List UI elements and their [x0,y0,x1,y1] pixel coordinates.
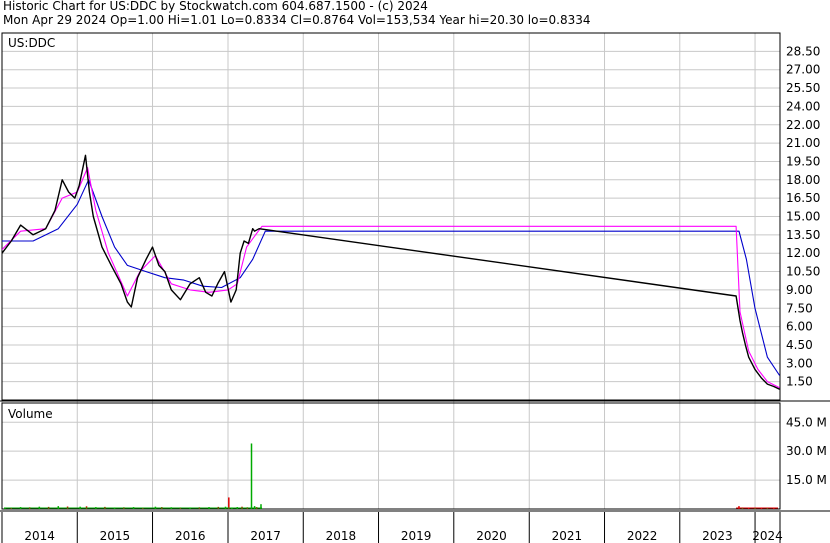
y-tick-label: 18.00 [786,173,820,187]
price-line [1,154,780,390]
volume-panel-label: Volume [8,407,53,421]
y-tick-label: 27.00 [786,63,820,77]
y-tick-label: 15.00 [786,210,820,224]
volume-panel-frame [1,402,781,510]
x-tick-label: 2020 [476,529,507,543]
ma_short-line [1,167,780,389]
x-tick-label: 2018 [326,529,357,543]
x-tick-label: 2021 [552,529,583,543]
y-tick-label: 22.00 [786,118,820,132]
x-tick-label: 2023 [702,529,733,543]
y-tick-label: 21.00 [786,136,820,150]
volume-bars [4,443,778,509]
x-tick-label: 2024 [752,529,783,543]
volume-tick-label: 30.0 M [786,444,827,458]
chart-frame [0,32,830,543]
volume-tick-label: 45.0 M [786,415,827,429]
price-series [1,154,781,390]
y-tick-label: 12.00 [786,246,820,260]
y-tick-label: 16.50 [786,191,820,205]
x-tick-label: 2019 [401,529,432,543]
y-tick-label: 25.50 [786,81,820,95]
y-tick-label: 3.00 [786,356,813,370]
x-tick-label: 2015 [100,529,131,543]
y-tick-label: 9.00 [786,283,813,297]
stock-chart: 1.50 3.00 4.50 6.00 7.50 9.00 10.50 12.00 13.50 1… [0,32,830,543]
y-tick-label: 7.50 [786,301,813,315]
volume-tick-label: 15.0 M [786,473,827,487]
y-tick-label: 6.00 [786,320,813,334]
price-panel-label: US:DDC [8,36,55,50]
y-tick-label: 24.00 [786,99,820,113]
y-tick-label: 28.50 [786,44,820,58]
y-tick-label: 13.50 [786,228,820,242]
ma_long-line [2,179,781,376]
x-tick-label: 2014 [24,529,55,543]
axis-labels: 1.50 3.00 4.50 6.00 7.50 9.00 10.50 12.00 13.50 1… [24,44,827,543]
chart-window: Historic Chart for US:DDC by Stockwatch.… [0,0,830,543]
x-tick-label: 2016 [175,529,206,543]
x-tick-label: 2017 [250,529,281,543]
y-tick-label: 19.50 [786,154,820,168]
grid-lines [1,33,780,509]
x-tick-label: 2022 [627,529,658,543]
y-tick-label: 10.50 [786,265,820,279]
y-tick-label: 1.50 [786,375,813,389]
y-tick-label: 4.50 [786,338,813,352]
